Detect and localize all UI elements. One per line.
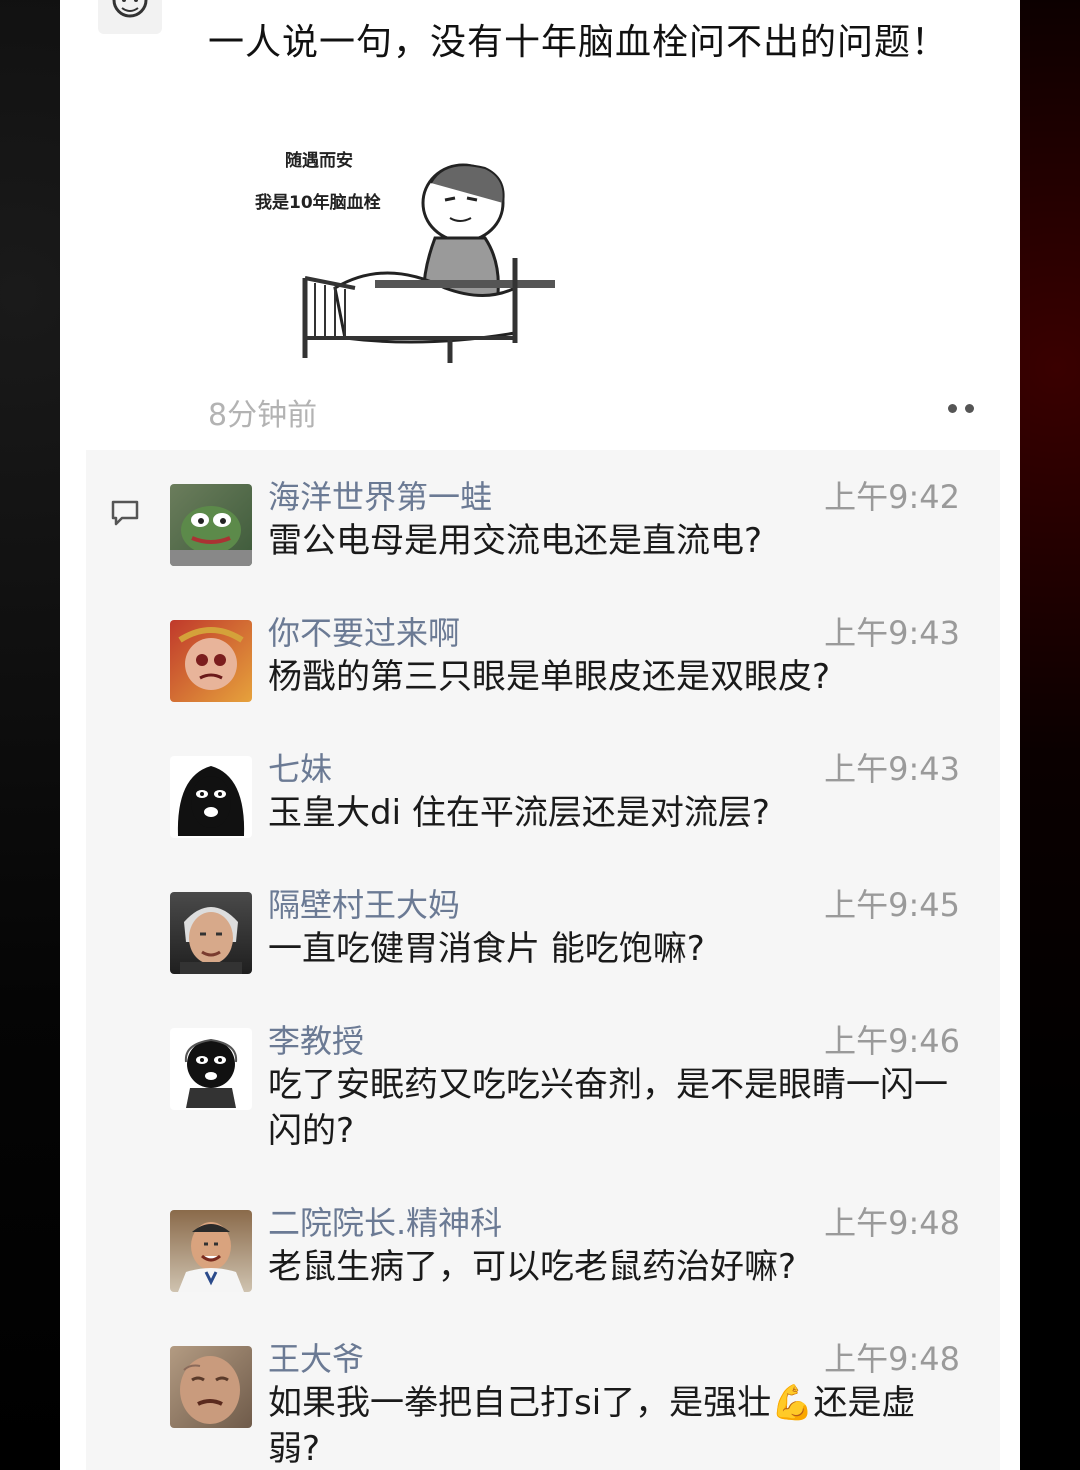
comments-panel: 海洋世界第一蛙 上午9:42 雷公电母是用交流电还是直流电? 你不要过来啊 上午… [86, 450, 1000, 1470]
commenter-name[interactable]: 王大爷 [268, 1334, 364, 1380]
bed-man-drawing [302, 163, 555, 363]
commenter-name[interactable]: 二院院长.精神科 [268, 1198, 502, 1244]
comment-icon [111, 500, 139, 526]
comment-text: 玉皇大di 住在平流层还是对流层? [268, 793, 770, 833]
commenter-name[interactable]: 七妹 [268, 744, 332, 790]
comment-time: 上午9:48 [824, 1204, 960, 1242]
post-timestamp: 8分钟前 [208, 398, 318, 433]
background-left [0, 0, 60, 1470]
commenter-avatar[interactable] [170, 756, 252, 838]
comment-time: 上午9:42 [824, 478, 960, 516]
sticker-caption-2: 我是10年脑血栓 [255, 193, 381, 213]
comment-time: 上午9:46 [824, 1022, 960, 1060]
dot-icon [948, 403, 957, 413]
meme-sticker: 随遇而安 我是10年脑血栓 [245, 138, 565, 373]
comment-time: 上午9:48 [824, 1340, 960, 1378]
post-author-avatar[interactable] [98, 0, 162, 34]
dot-icon [965, 403, 974, 413]
comment-text: 杨戬的第三只眼是单眼皮还是双眼皮? [268, 657, 831, 697]
background-right [1020, 0, 1080, 1470]
commenter-name[interactable]: 隔壁村王大妈 [268, 880, 460, 926]
comment-time: 上午9:43 [824, 750, 960, 788]
post-text: 一人说一句，没有十年脑血栓问不出的问题！ [208, 22, 949, 63]
comment-text: 老鼠生病了，可以吃老鼠药治好嘛? [268, 1247, 797, 1287]
commenter-avatar[interactable] [170, 620, 252, 702]
comment-text: 如果我一拳把自己打si了，是强壮💪还是虚弱? [268, 1383, 916, 1469]
commenter-name[interactable]: 你不要过来啊 [268, 608, 460, 654]
comment-text: 一直吃健胃消食片 能吃饱嘛? [268, 929, 705, 969]
commenter-avatar[interactable] [170, 1210, 252, 1292]
comment-time: 上午9:43 [824, 614, 960, 652]
comment-text: 吃了安眠药又吃吃兴奋剂，是不是眼睛一闪一闪的? [268, 1065, 948, 1151]
comment-time: 上午9:45 [824, 886, 960, 924]
post-card: 一人说一句，没有十年脑血栓问不出的问题！ 随遇而安 我是10年脑血栓 8分钟前 … [60, 0, 1020, 1470]
commenter-avatar[interactable] [170, 484, 252, 566]
sticker-caption-1: 随遇而安 [285, 151, 353, 171]
comment-text: 雷公电母是用交流电还是直流电? [268, 521, 763, 561]
commenter-avatar[interactable] [170, 1346, 252, 1428]
commenter-name[interactable]: 海洋世界第一蛙 [268, 472, 492, 518]
commenter-avatar[interactable] [170, 892, 252, 974]
commenter-name[interactable]: 李教授 [268, 1016, 364, 1062]
commenter-avatar[interactable] [170, 1028, 252, 1110]
more-options-button[interactable] [948, 398, 988, 418]
